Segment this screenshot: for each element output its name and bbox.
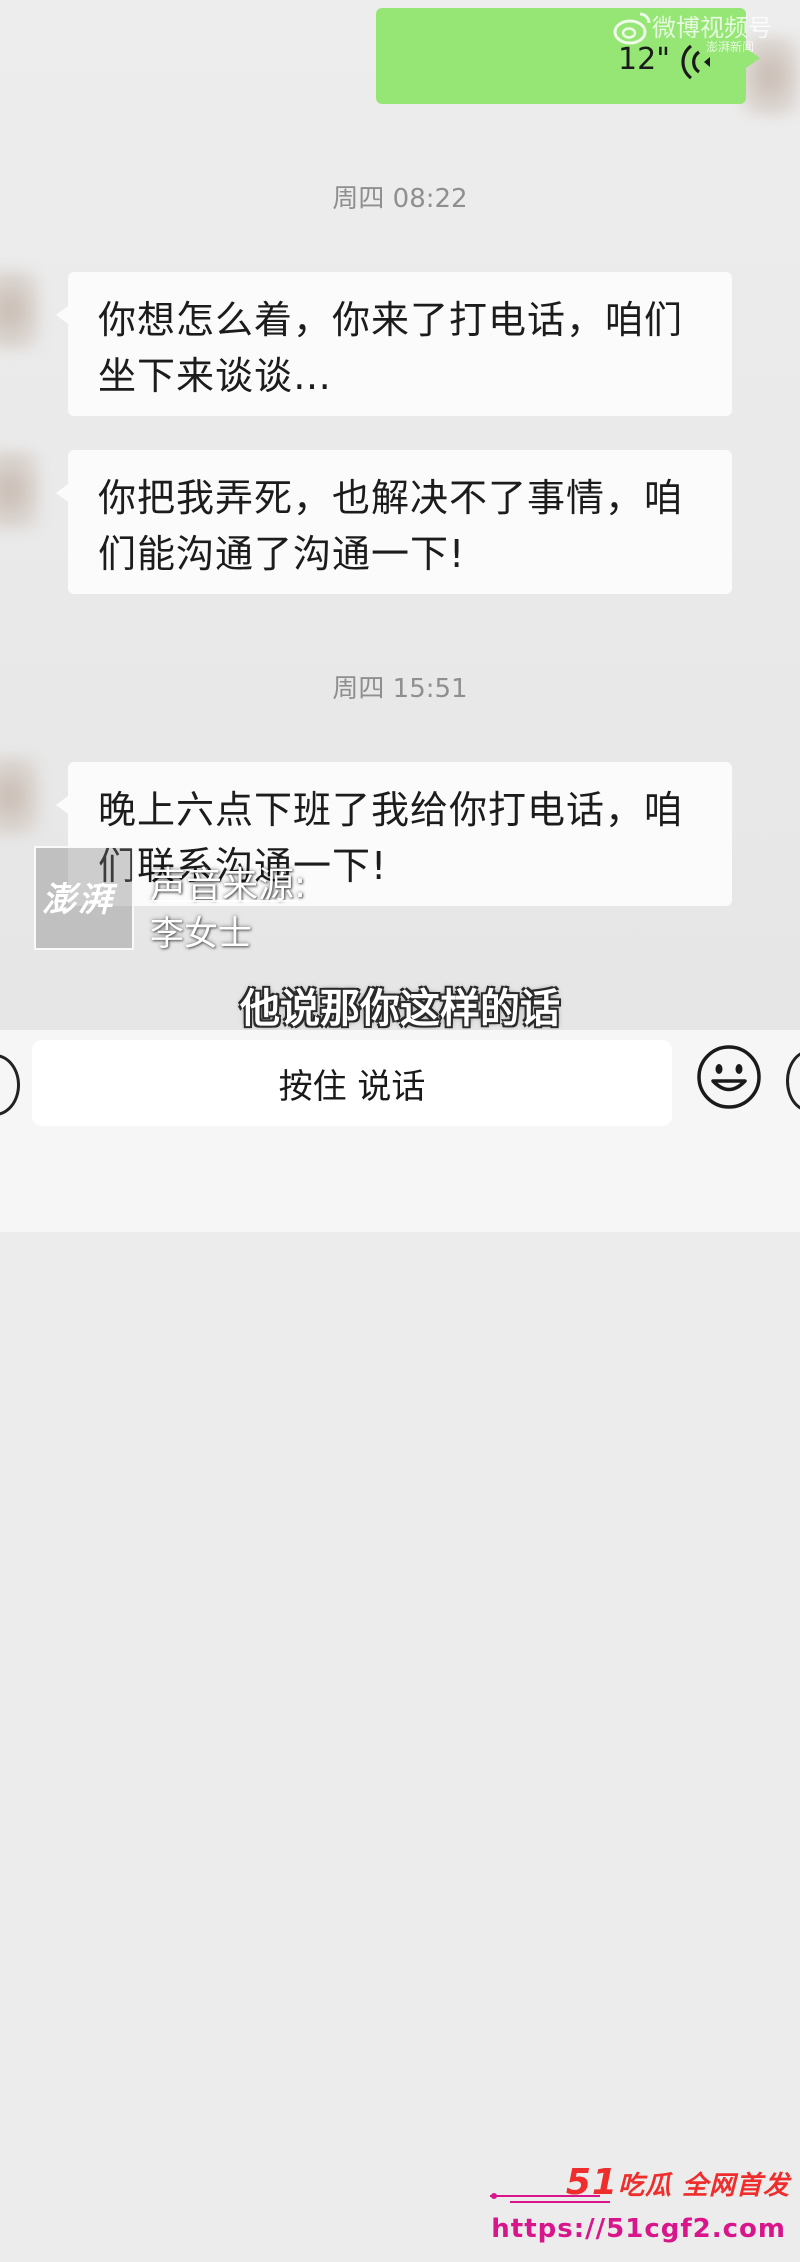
hold-to-talk-button[interactable]: 按住 说话 (32, 1040, 672, 1126)
contact-avatar[interactable] (0, 270, 40, 350)
message-text: 你想怎么着，你来了打电话，咱们坐下来谈谈… (98, 298, 684, 398)
watermark-sub: 澎湃新闻 (706, 40, 755, 54)
audio-source-name: 李女士 (150, 914, 252, 954)
chat-area: 12" 微博视频号 澎湃新闻 周四 08:22 你想怎么着，你来了打电话，咱们坐… (0, 0, 800, 1032)
voice-toggle-icon[interactable] (0, 1054, 20, 1116)
chat-input-bar: 按住 说话 51吃瓜 全网首发 https://51cgf2.com (0, 1030, 800, 2244)
received-message-bubble[interactable]: 你想怎么着，你来了打电话，咱们坐下来谈谈… (56, 272, 732, 416)
promo-slogan: 吃瓜 全网首发 (617, 2171, 790, 2201)
contact-avatar[interactable] (0, 450, 40, 530)
emoji-icon[interactable] (696, 1044, 762, 1110)
promo-watermark: 51吃瓜 全网首发 https://51cgf2.com (480, 2152, 800, 2262)
bubble-tail (56, 484, 68, 502)
received-message-bubble[interactable]: 你把我弄死，也解决不了事情，咱们能沟通了沟通一下! (56, 450, 732, 594)
timestamp: 周四 08:22 (332, 184, 468, 214)
promo-decoration-icon (490, 2193, 610, 2203)
bubble-tail (56, 306, 68, 324)
weibo-logo-icon (613, 12, 651, 45)
contact-avatar[interactable] (0, 756, 40, 836)
promo-url[interactable]: https://51cgf2.com (491, 2214, 786, 2244)
bubble-tail (56, 796, 68, 814)
source-logo-text: 澎湃 (42, 880, 114, 920)
divider (150, 900, 296, 902)
news-source-logo: 澎湃 (34, 846, 134, 950)
timestamp: 周四 15:51 (332, 674, 468, 704)
weibo-watermark: 微博视频号 澎湃新闻 (606, 4, 796, 54)
video-subtitle: 他说那你这样的话 (240, 986, 560, 1032)
plus-icon[interactable] (786, 1050, 800, 1112)
message-text: 你把我弄死，也解决不了事情，咱们能沟通了沟通一下! (98, 476, 684, 576)
